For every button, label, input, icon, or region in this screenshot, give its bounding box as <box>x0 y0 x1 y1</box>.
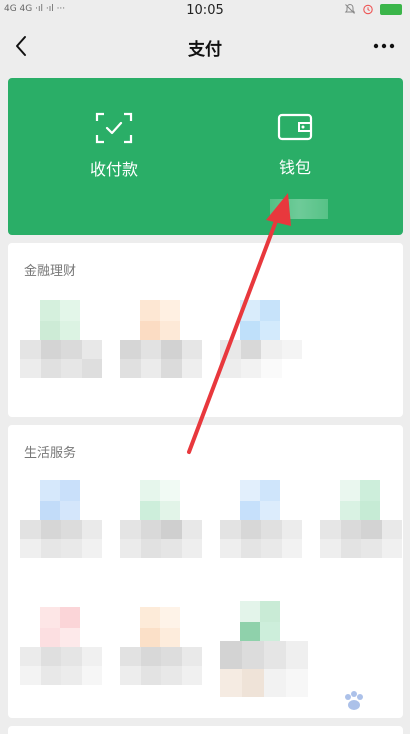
life-service-item[interactable] <box>220 480 302 560</box>
redacted-icon <box>240 601 280 643</box>
bell-mute-icon <box>344 3 356 14</box>
redacted-label <box>220 340 302 378</box>
next-section-edge <box>8 726 403 734</box>
status-bar: 4G 4G ·ıl ·ıl ··· 10:05 <box>0 0 410 22</box>
redacted-label <box>220 520 302 558</box>
redacted-label <box>120 647 202 685</box>
life-service-item[interactable] <box>20 607 102 687</box>
wallet-icon <box>277 113 313 141</box>
redacted-label <box>120 340 202 378</box>
life-section-title: 生活服务 <box>24 446 77 461</box>
life-service-item[interactable] <box>120 607 202 687</box>
pay-card: 收付款 钱包 <box>8 78 403 235</box>
more-options-button[interactable] <box>372 36 396 56</box>
life-service-item[interactable] <box>20 480 102 560</box>
baidu-paw-icon <box>345 691 363 710</box>
redacted-icon <box>40 480 80 522</box>
redacted-label <box>20 520 102 558</box>
redacted-icon <box>240 300 280 342</box>
finance-section-title: 金融理财 <box>24 264 77 279</box>
alarm-icon <box>363 4 373 15</box>
nav-bar: 支付 <box>0 22 410 70</box>
baidu-watermark <box>296 686 406 716</box>
redacted-icon <box>40 300 80 342</box>
redacted-icon <box>140 480 180 522</box>
finance-service-item[interactable] <box>20 300 102 380</box>
life-services-section: 生活服务 <box>8 425 403 718</box>
redacted-icon <box>140 300 180 342</box>
status-icons <box>344 3 402 15</box>
receive-pay-label: 收付款 <box>89 160 138 179</box>
finance-service-item[interactable] <box>220 300 302 380</box>
battery-charging-icon <box>380 3 402 15</box>
redacted-icon <box>340 480 380 522</box>
life-service-item[interactable] <box>320 480 402 560</box>
redacted-icon <box>140 607 180 649</box>
life-service-item[interactable] <box>120 480 202 560</box>
page-title: 支付 <box>188 40 222 60</box>
wallet-balance-redacted <box>270 199 328 219</box>
redacted-label <box>220 641 308 697</box>
life-service-item[interactable] <box>220 601 308 697</box>
receive-pay-button[interactable]: 收付款 <box>54 112 174 180</box>
wallet-button[interactable]: 钱包 <box>235 112 355 178</box>
finance-service-item[interactable] <box>120 300 202 380</box>
redacted-label <box>20 647 102 685</box>
redacted-icon <box>240 480 280 522</box>
redacted-label <box>120 520 202 558</box>
scan-check-icon <box>95 112 133 144</box>
redacted-label <box>20 340 102 378</box>
redacted-icon <box>40 607 80 649</box>
wallet-label: 钱包 <box>278 158 311 177</box>
finance-section: 金融理财 <box>8 243 403 417</box>
redacted-label <box>320 520 402 558</box>
